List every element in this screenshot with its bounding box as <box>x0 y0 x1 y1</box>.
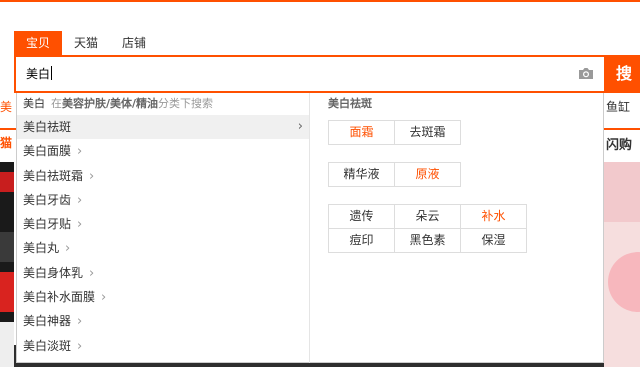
attribute-tag[interactable]: 朵云 <box>395 205 461 229</box>
attribute-tag[interactable]: 保湿 <box>461 229 527 253</box>
search-input[interactable]: 美白 <box>14 55 606 93</box>
attribute-tag[interactable]: 原液 <box>395 163 461 187</box>
attribute-group-type: 精华液 原液 <box>328 162 461 187</box>
search-input-value: 美白 <box>26 66 53 81</box>
chevron-right-icon: › <box>77 192 83 208</box>
category-search-suggestion[interactable]: 美白 在美容护肤/美体/精油分类下搜索 <box>17 93 309 115</box>
suggestion-item[interactable]: 美白牙齿 › <box>17 188 309 212</box>
chevron-right-icon: › <box>101 290 107 306</box>
attribute-panel-title: 美白祛斑 <box>328 97 372 110</box>
watermark-text: 加微信60904065 免费领电子书 <box>355 346 557 362</box>
search-type-tabs: 宝贝 天猫 店铺 <box>14 31 158 55</box>
panel-divider <box>309 93 310 363</box>
bg-right-banner <box>604 162 640 367</box>
attribute-tag[interactable]: 面霜 <box>329 121 395 145</box>
chevron-right-icon: › <box>77 144 83 160</box>
bg-left-banner <box>0 162 14 367</box>
search-button[interactable]: 搜 <box>606 55 640 93</box>
suggestion-item[interactable]: 美白牙贴 › <box>17 212 309 236</box>
chevron-right-icon: › <box>77 217 83 233</box>
camera-icon[interactable] <box>578 67 594 80</box>
chevron-right-icon: › <box>89 168 95 184</box>
suggestion-item[interactable]: 美白神器 › <box>17 309 309 333</box>
suggestion-item[interactable]: 美白祛斑 › <box>17 115 309 140</box>
bg-hot-word-right[interactable]: 鱼缸 <box>606 98 630 115</box>
text-cursor <box>51 66 53 80</box>
attribute-group-effect: 遗传 朵云 补水 痘印 黑色素 保湿 <box>328 204 527 253</box>
taobao-search-page: 宝贝 天猫 店铺 美白 搜 美 鱼缸 猫 闪购 美白 在美容护肤/美体/精油分类下… <box>0 0 640 367</box>
tab-shop[interactable]: 店铺 <box>110 31 158 55</box>
chevron-right-icon: › <box>297 119 303 134</box>
attribute-tag[interactable]: 补水 <box>461 205 527 229</box>
suggestion-item[interactable]: 美白丸 › <box>17 236 309 260</box>
attribute-group-product: 面霜 去斑霜 <box>328 120 461 145</box>
chevron-right-icon: › <box>77 314 83 330</box>
attribute-tag[interactable]: 痘印 <box>329 229 395 253</box>
attribute-panel: 美白祛斑 面霜 去斑霜 精华液 原液 遗传 朵云 补水 痘印 黑色素 保湿 <box>328 93 598 253</box>
bg-hot-word: 美 <box>0 100 13 114</box>
chevron-right-icon: › <box>65 241 71 257</box>
tab-tmall[interactable]: 天猫 <box>62 31 110 55</box>
bg-nav-tmall[interactable]: 猫 <box>0 134 12 151</box>
chevron-right-icon: › <box>89 265 95 281</box>
suggestion-item[interactable]: 美白身体乳 › <box>17 261 309 285</box>
tab-baobei[interactable]: 宝贝 <box>14 31 62 55</box>
bg-nav-flash-sale[interactable]: 闪购 <box>606 134 632 153</box>
suggestion-item[interactable]: 美白补水面膜 › <box>17 285 309 309</box>
suggestion-item[interactable]: 美白面膜 › <box>17 139 309 163</box>
suggestion-item[interactable]: 美白祛斑霜 › <box>17 164 309 188</box>
attribute-tag[interactable]: 遗传 <box>329 205 395 229</box>
attribute-tag[interactable]: 去斑霜 <box>395 121 461 145</box>
attribute-tag[interactable]: 精华液 <box>329 163 395 187</box>
top-accent-line <box>0 0 640 2</box>
attribute-tag[interactable]: 黑色素 <box>395 229 461 253</box>
suggestion-list: 美白 在美容护肤/美体/精油分类下搜索 美白祛斑 › 美白面膜 › 美白祛斑霜 › 美白… <box>17 93 309 358</box>
chevron-right-icon: › <box>77 338 83 354</box>
search-suggestion-dropdown: 美白 在美容护肤/美体/精油分类下搜索 美白祛斑 › 美白面膜 › 美白祛斑霜 › 美白… <box>16 93 604 363</box>
suggestion-item[interactable]: 美白淡斑 › <box>17 334 309 358</box>
